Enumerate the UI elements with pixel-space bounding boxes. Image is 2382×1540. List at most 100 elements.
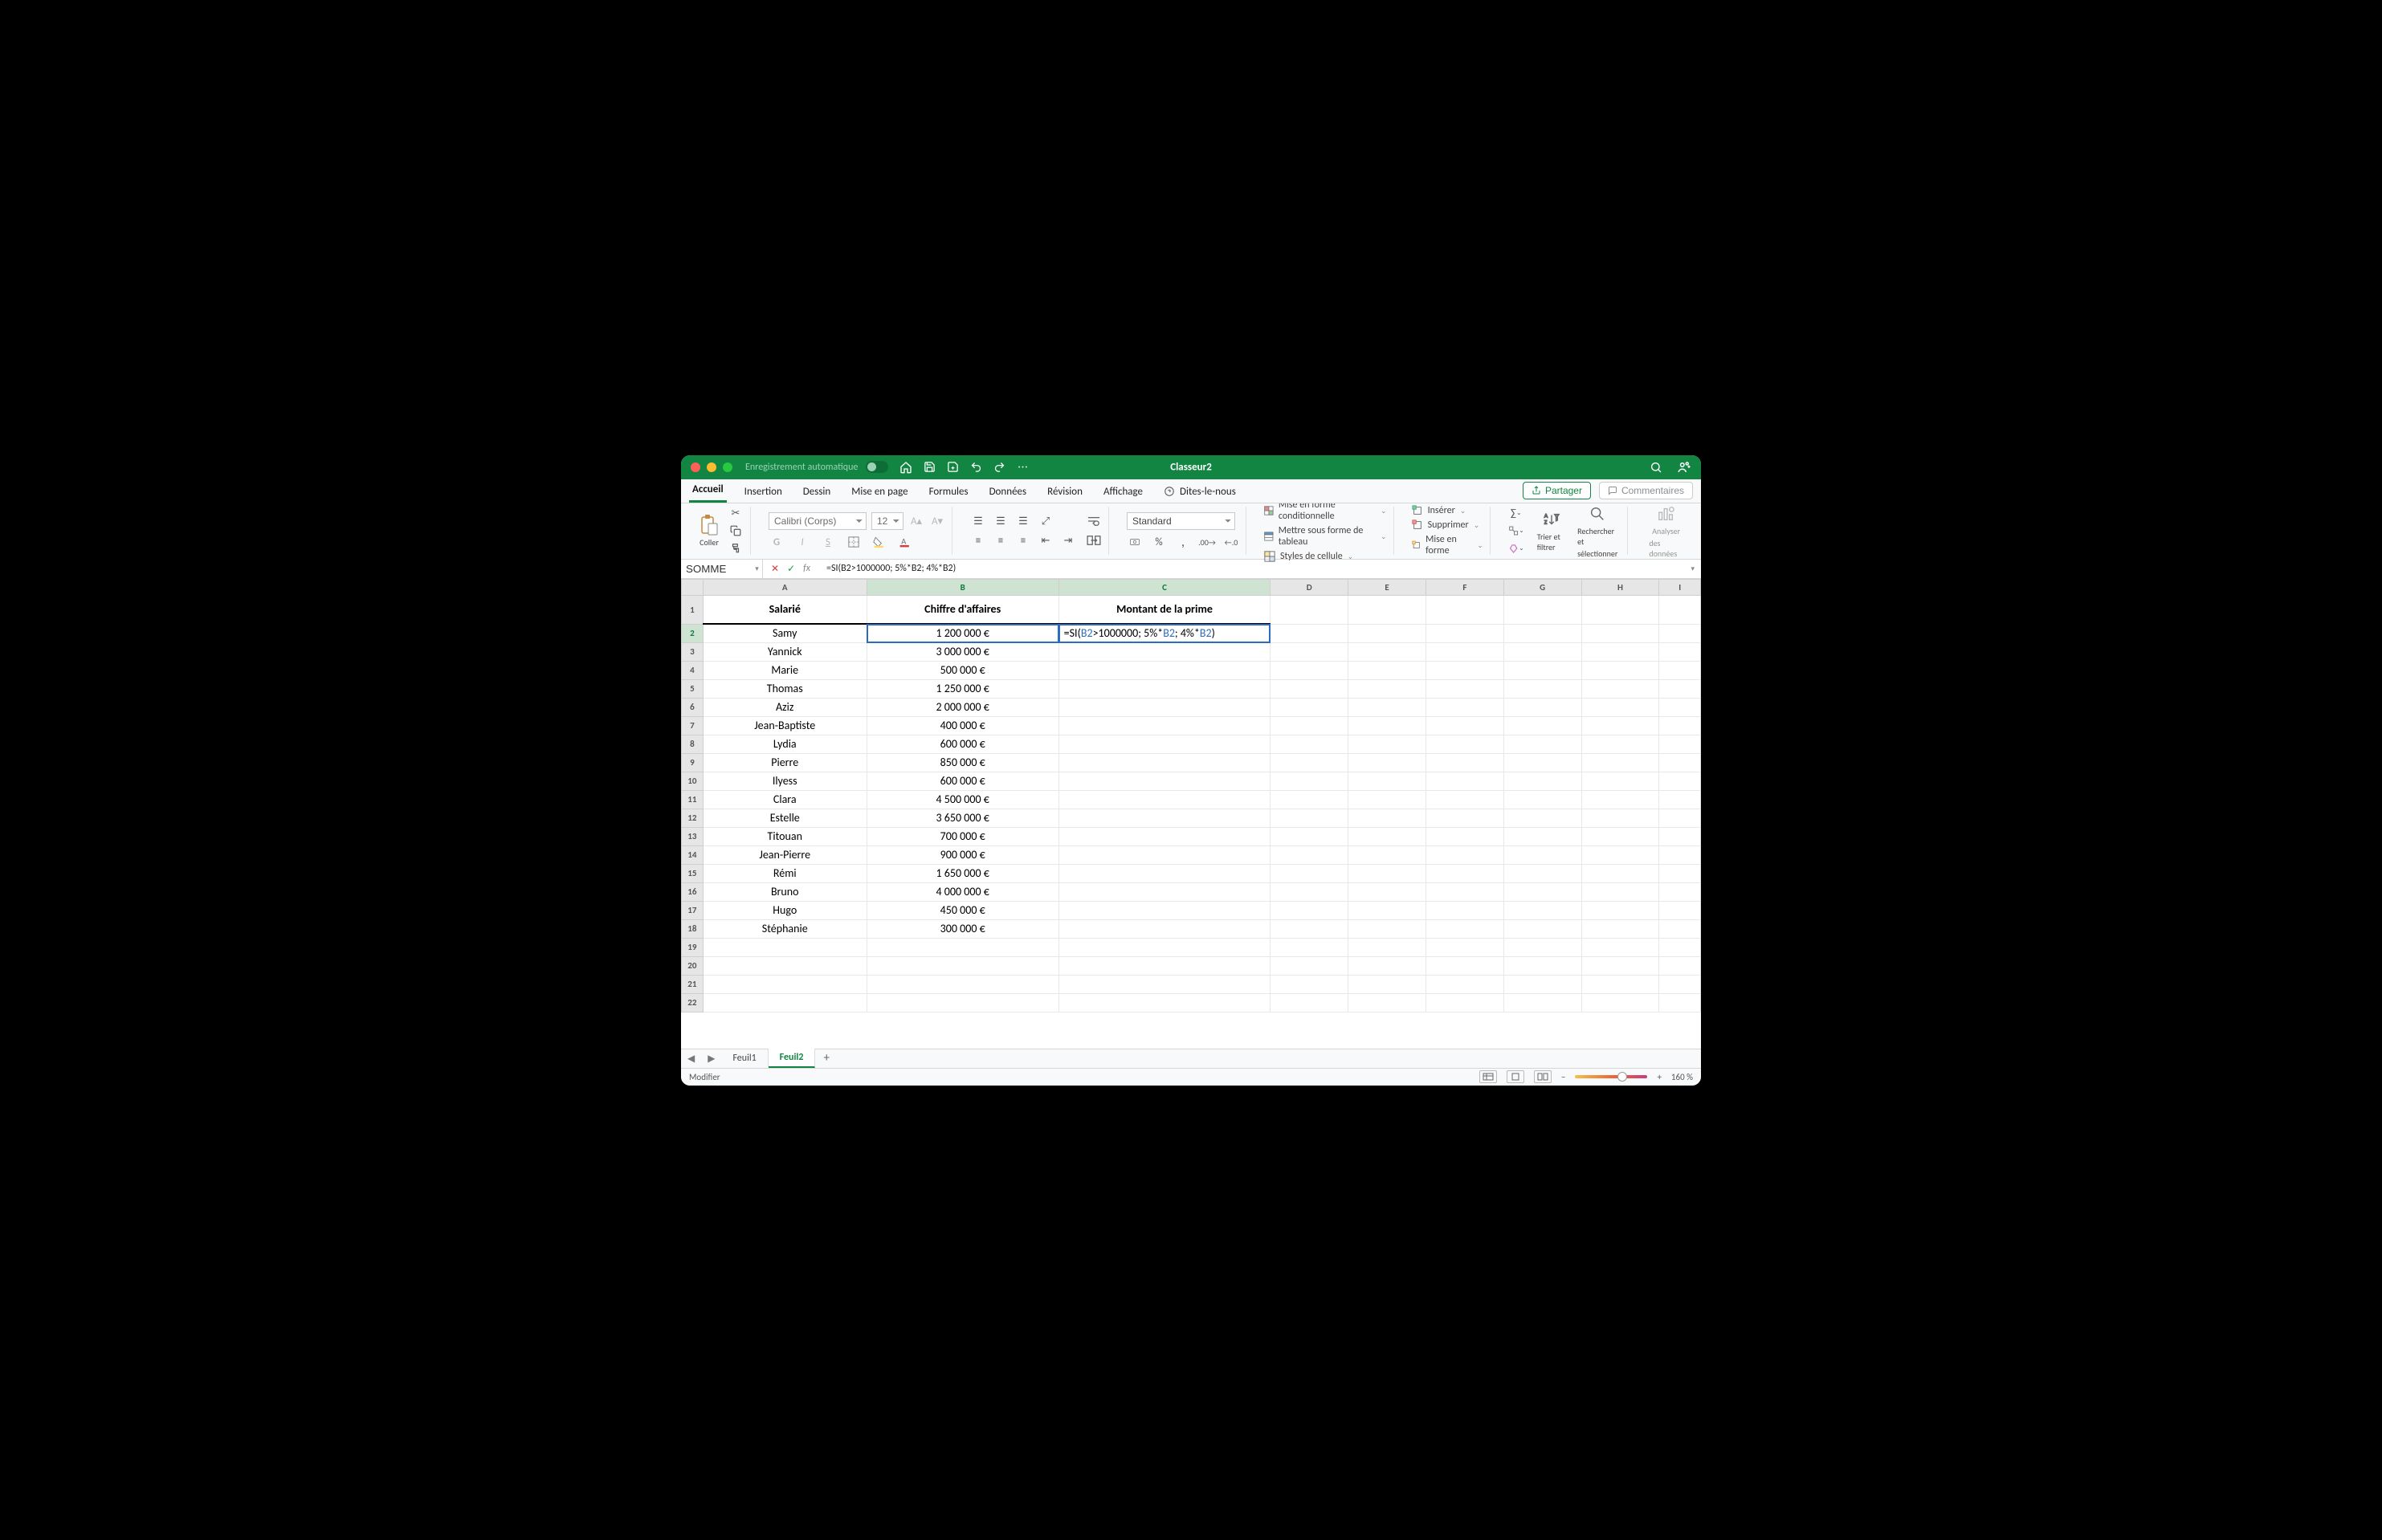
cell-B2[interactable]: 1 200 000 €: [867, 624, 1058, 642]
cell-G14[interactable]: [1503, 845, 1581, 864]
italic-icon[interactable]: I: [794, 535, 810, 549]
cell-I21[interactable]: [1659, 975, 1701, 993]
cell-A4[interactable]: Marie: [703, 661, 867, 679]
cell-D3[interactable]: [1271, 642, 1348, 661]
cell-C12[interactable]: [1058, 809, 1271, 827]
cell-E16[interactable]: [1348, 882, 1426, 901]
cell-F22[interactable]: [1426, 993, 1503, 1012]
cell-H22[interactable]: [1581, 993, 1659, 1012]
cell-H14[interactable]: [1581, 845, 1659, 864]
cell-A14[interactable]: Jean-Pierre: [703, 845, 867, 864]
cell-E19[interactable]: [1348, 938, 1426, 956]
cell-C20[interactable]: [1058, 956, 1271, 975]
cell-H6[interactable]: [1581, 698, 1659, 716]
cell-E8[interactable]: [1348, 735, 1426, 753]
cell-G10[interactable]: [1503, 772, 1581, 790]
cell-F5[interactable]: [1426, 679, 1503, 698]
cell-B8[interactable]: 600 000 €: [867, 735, 1058, 753]
cell-I7[interactable]: [1659, 716, 1701, 735]
cell-B10[interactable]: 600 000 €: [867, 772, 1058, 790]
percent-icon[interactable]: %: [1151, 535, 1167, 549]
zoom-slider[interactable]: [1575, 1075, 1647, 1078]
cell-D13[interactable]: [1271, 827, 1348, 845]
cell-E22[interactable]: [1348, 993, 1426, 1012]
cell-G5[interactable]: [1503, 679, 1581, 698]
tab-revision[interactable]: Révision: [1044, 481, 1086, 503]
underline-icon[interactable]: S: [820, 535, 836, 549]
currency-icon[interactable]: [1127, 535, 1143, 549]
format-as-table-button[interactable]: Mettre sous forme de tableau ⌄: [1264, 525, 1387, 548]
maximize-icon[interactable]: [723, 462, 732, 472]
cell-I9[interactable]: [1659, 753, 1701, 772]
cell-I12[interactable]: [1659, 809, 1701, 827]
cell-I2[interactable]: [1659, 624, 1701, 642]
tab-dessin[interactable]: Dessin: [800, 481, 834, 503]
align-middle-icon[interactable]: ☰: [993, 514, 1009, 528]
cell-D14[interactable]: [1271, 845, 1348, 864]
cell-H13[interactable]: [1581, 827, 1659, 845]
cancel-formula-icon[interactable]: ✕: [771, 563, 779, 575]
cell-C6[interactable]: [1058, 698, 1271, 716]
cell-A3[interactable]: Yannick: [703, 642, 867, 661]
cell-C14[interactable]: [1058, 845, 1271, 864]
cell-I16[interactable]: [1659, 882, 1701, 901]
confirm-formula-icon[interactable]: ✓: [787, 563, 795, 575]
name-box-dropdown-icon[interactable]: ▾: [752, 560, 763, 578]
tab-insertion[interactable]: Insertion: [741, 481, 785, 503]
cell-B14[interactable]: 900 000 €: [867, 845, 1058, 864]
row-header-7[interactable]: 7: [682, 716, 704, 735]
cell-C11[interactable]: [1058, 790, 1271, 809]
format-painter-icon[interactable]: [728, 541, 744, 556]
cell-F10[interactable]: [1426, 772, 1503, 790]
cell-I8[interactable]: [1659, 735, 1701, 753]
cell-G17[interactable]: [1503, 901, 1581, 919]
cell-I20[interactable]: [1659, 956, 1701, 975]
spreadsheet-grid[interactable]: ABCDEFGHI1SalariéChiffre d'affairesMonta…: [681, 579, 1701, 1049]
formula-expand-icon[interactable]: ▾: [1684, 564, 1701, 573]
cell-H1[interactable]: [1581, 595, 1659, 624]
wrap-text-icon[interactable]: [1086, 514, 1102, 528]
autosave-toggle[interactable]: Enregistrement automatique: [745, 461, 888, 473]
cell-A13[interactable]: Titouan: [703, 827, 867, 845]
share-button[interactable]: Partager: [1523, 482, 1591, 499]
cell-F14[interactable]: [1426, 845, 1503, 864]
cell-B7[interactable]: 400 000 €: [867, 716, 1058, 735]
column-header-G[interactable]: G: [1503, 579, 1581, 595]
cell-C10[interactable]: [1058, 772, 1271, 790]
cell-H21[interactable]: [1581, 975, 1659, 993]
orientation-icon[interactable]: ⤢: [1038, 514, 1054, 528]
sheet-nav-next-icon[interactable]: ▶: [701, 1053, 721, 1065]
cell-E17[interactable]: [1348, 901, 1426, 919]
cell-I6[interactable]: [1659, 698, 1701, 716]
row-header-13[interactable]: 13: [682, 827, 704, 845]
row-header-21[interactable]: 21: [682, 975, 704, 993]
cell-D20[interactable]: [1271, 956, 1348, 975]
align-top-icon[interactable]: ☰: [970, 514, 986, 528]
cell-B5[interactable]: 1 250 000 €: [867, 679, 1058, 698]
cell-H7[interactable]: [1581, 716, 1659, 735]
column-header-C[interactable]: C: [1058, 579, 1271, 595]
cell-F21[interactable]: [1426, 975, 1503, 993]
cell-G2[interactable]: [1503, 624, 1581, 642]
cell-B3[interactable]: 3 000 000 €: [867, 642, 1058, 661]
column-header-I[interactable]: I: [1659, 579, 1701, 595]
cell-G3[interactable]: [1503, 642, 1581, 661]
cell-D9[interactable]: [1271, 753, 1348, 772]
cell-E2[interactable]: [1348, 624, 1426, 642]
cell-C15[interactable]: [1058, 864, 1271, 882]
column-header-F[interactable]: F: [1426, 579, 1503, 595]
cell-B9[interactable]: 850 000 €: [867, 753, 1058, 772]
cell-C1[interactable]: Montant de la prime: [1058, 595, 1271, 624]
cell-C17[interactable]: [1058, 901, 1271, 919]
font-name-select[interactable]: [769, 512, 867, 530]
cell-A7[interactable]: Jean-Baptiste: [703, 716, 867, 735]
column-header-E[interactable]: E: [1348, 579, 1426, 595]
increase-decimal-icon[interactable]: .00→: [1199, 535, 1215, 549]
cell-A11[interactable]: Clara: [703, 790, 867, 809]
cell-G6[interactable]: [1503, 698, 1581, 716]
cell-A20[interactable]: [703, 956, 867, 975]
comments-button[interactable]: Commentaires: [1599, 482, 1693, 499]
cell-H11[interactable]: [1581, 790, 1659, 809]
row-header-19[interactable]: 19: [682, 938, 704, 956]
cell-G19[interactable]: [1503, 938, 1581, 956]
